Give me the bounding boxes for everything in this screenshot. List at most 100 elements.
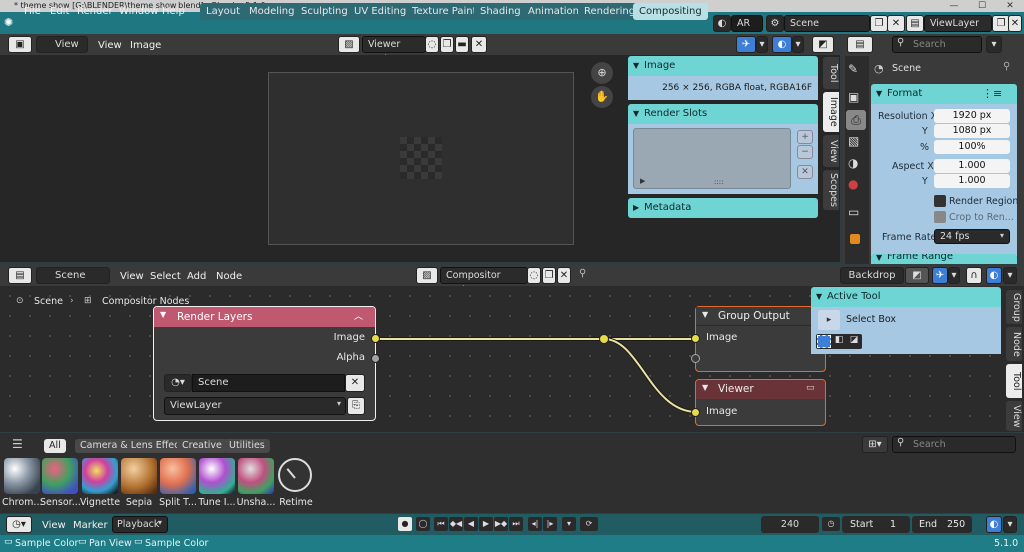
menu-view[interactable]: View (38, 518, 70, 533)
overlay-icon[interactable]: ◐ (772, 36, 792, 53)
node-tree-browse-icon[interactable]: ▨ (416, 267, 438, 284)
menu-window[interactable]: Window (115, 4, 162, 19)
output-image-socket[interactable] (371, 334, 380, 343)
menu-edit[interactable]: Edit (46, 4, 73, 19)
scene-browse-icon[interactable]: ◔▾ (164, 374, 192, 392)
node-overlay-dropdown-icon[interactable]: ▾ (1003, 267, 1017, 284)
clock-icon[interactable] (278, 458, 312, 492)
tab-sculpting[interactable]: Sculpting (295, 3, 354, 20)
node-scene-field[interactable]: Scene (192, 374, 345, 392)
pin-icon[interactable]: ⚲ (1003, 61, 1010, 72)
unlink-node-tree-icon[interactable]: ✕ (557, 267, 571, 284)
output-tab-icon[interactable]: ⎙ (846, 110, 866, 130)
collapse-arrow-icon[interactable]: ▼ (702, 383, 708, 392)
prev-frame-icon[interactable]: ◂| (528, 517, 542, 531)
delete-view-layer-icon[interactable]: ✕ (1008, 15, 1022, 32)
display-channels-icon[interactable]: ◩ (812, 36, 834, 53)
node-view-layer-dropdown[interactable]: ViewLayer (164, 397, 346, 415)
current-frame-field[interactable]: 240 (761, 516, 819, 533)
tab-uv-editing[interactable]: UV Editing (348, 3, 413, 20)
collapse-arrow-icon[interactable]: ▼ (702, 310, 708, 319)
group-output-image-socket[interactable] (691, 334, 700, 343)
mode-set-icon[interactable] (817, 335, 831, 348)
tab-texture-paint[interactable]: Texture Paint (406, 3, 483, 20)
tool-tab-icon[interactable]: ✎ (848, 62, 858, 76)
resolution-y-field[interactable]: 1080 px (934, 124, 1010, 138)
pan-hand-icon[interactable]: ✋ (591, 86, 613, 108)
image-panel-header[interactable]: ▼ Image (628, 56, 818, 76)
add-slot-icon[interactable]: + (797, 130, 813, 144)
scene-selector-icon[interactable]: ⚙ (766, 15, 784, 32)
tab-tool[interactable]: Tool (1006, 364, 1022, 398)
playback-dropdown-icon[interactable]: ▾ (562, 517, 576, 531)
object-tab-icon[interactable] (850, 234, 860, 244)
shelf-menu-icon[interactable]: ☰ (12, 437, 23, 451)
tab-animation[interactable]: Animation (522, 3, 585, 20)
unlink-scene-icon[interactable]: ✕ (345, 374, 365, 392)
image-browse-icon[interactable]: ▨ (338, 36, 360, 53)
scene-tab-icon[interactable]: ◑ (848, 156, 858, 170)
node-overlay-icon[interactable]: ◐ (986, 267, 1002, 284)
open-image-icon[interactable]: ▬ (455, 36, 469, 53)
node-editor-type-icon[interactable]: ▤ (8, 267, 32, 284)
asset-thumbnail-chromatic[interactable] (4, 458, 40, 494)
sync-mode-icon[interactable]: ⟳ (580, 517, 598, 531)
viewer-monitor-icon[interactable]: ▭ (806, 383, 815, 393)
output-alpha-socket[interactable] (371, 354, 380, 363)
menu-image[interactable]: Image (126, 38, 165, 53)
preview-range-icon[interactable]: ◷ (822, 517, 840, 531)
timeline-editor-type-icon[interactable]: ◷▾ (6, 516, 32, 533)
node-gizmo-icon[interactable]: ✈ (932, 267, 948, 284)
tab-scopes[interactable]: Scopes (823, 170, 839, 210)
next-frame-icon[interactable]: |▸ (543, 517, 557, 531)
collapse-arrow-icon[interactable]: ▼ (160, 310, 166, 319)
clear-slot-icon[interactable]: ✕ (797, 165, 813, 179)
tab-node[interactable]: Node (1006, 327, 1022, 361)
tab-view[interactable]: View (1006, 401, 1022, 431)
backdrop-channels-icon[interactable]: ◩ (905, 267, 929, 284)
asset-thumbnail-unsharp[interactable] (238, 458, 274, 494)
properties-options-icon[interactable]: ▾ (986, 36, 1002, 53)
close-window-icon[interactable]: ✕ (1000, 0, 1020, 12)
menu-select[interactable]: Select (146, 269, 185, 284)
asset-thumbnail-split-toning[interactable] (160, 458, 196, 494)
render-slots-header[interactable]: ▼ Render Slots (628, 104, 818, 124)
tab-layout[interactable]: Layout (200, 3, 246, 20)
scene-field[interactable]: Scene (784, 15, 870, 32)
tab-tool[interactable]: Tool (823, 57, 839, 89)
render-view-layer-icon[interactable]: ⎘ (347, 397, 365, 415)
jump-to-start-icon[interactable]: ⏮ (434, 517, 448, 531)
collection-tab-icon[interactable]: ▭ (848, 205, 859, 219)
world-tab-icon[interactable]: ● (848, 177, 858, 191)
overlay-dropdown-icon[interactable]: ▾ (792, 36, 804, 53)
jump-to-prev-keyframe-icon[interactable]: ◆◀ (449, 517, 463, 531)
view-layer-field[interactable]: ViewLayer (924, 15, 992, 32)
new-scene-icon[interactable]: ❐ (870, 15, 888, 32)
menu-marker[interactable]: Marker (69, 518, 112, 533)
node-preview-toggle-icon[interactable]: ︿ (354, 309, 363, 322)
select-box-tool-icon[interactable]: ▸ (818, 310, 840, 330)
backdrop-button[interactable]: Backdrop (840, 267, 904, 284)
frame-rate-dropdown[interactable]: 24 fps (934, 229, 1010, 244)
tab-modeling[interactable]: Modeling (243, 3, 301, 20)
asset-thumbnail-sensor[interactable] (42, 458, 78, 494)
timeline-view-icon[interactable]: ◐ (986, 516, 1002, 533)
metadata-header[interactable]: ▶ Metadata (628, 198, 818, 218)
jump-to-end-icon[interactable]: ⏭ (509, 517, 523, 531)
group-output-empty-socket[interactable] (691, 354, 700, 363)
keying-set-icon[interactable]: ◯ (416, 517, 430, 531)
frame-range-header[interactable]: ▼ Frame Range (871, 254, 1017, 264)
fake-user-icon[interactable]: ◌ (425, 36, 439, 53)
play-reverse-icon[interactable]: ◀ (464, 517, 478, 531)
menu-file[interactable]: File (20, 4, 45, 19)
node-tree-type-dropdown[interactable]: Scene (36, 267, 110, 284)
tab-shading[interactable]: Shading (474, 3, 527, 20)
menu-render[interactable]: Render (73, 4, 117, 19)
maximize-icon[interactable]: ☐ (972, 0, 992, 12)
timeline-view-dropdown-icon[interactable]: ▾ (1003, 516, 1017, 533)
snap-icon[interactable]: ∩ (966, 267, 982, 284)
play-icon[interactable]: ▶ (479, 517, 493, 531)
resolution-x-field[interactable]: 1920 px (934, 109, 1010, 123)
minimize-icon[interactable]: — (944, 0, 964, 12)
auto-keying-icon[interactable]: ● (398, 517, 412, 531)
